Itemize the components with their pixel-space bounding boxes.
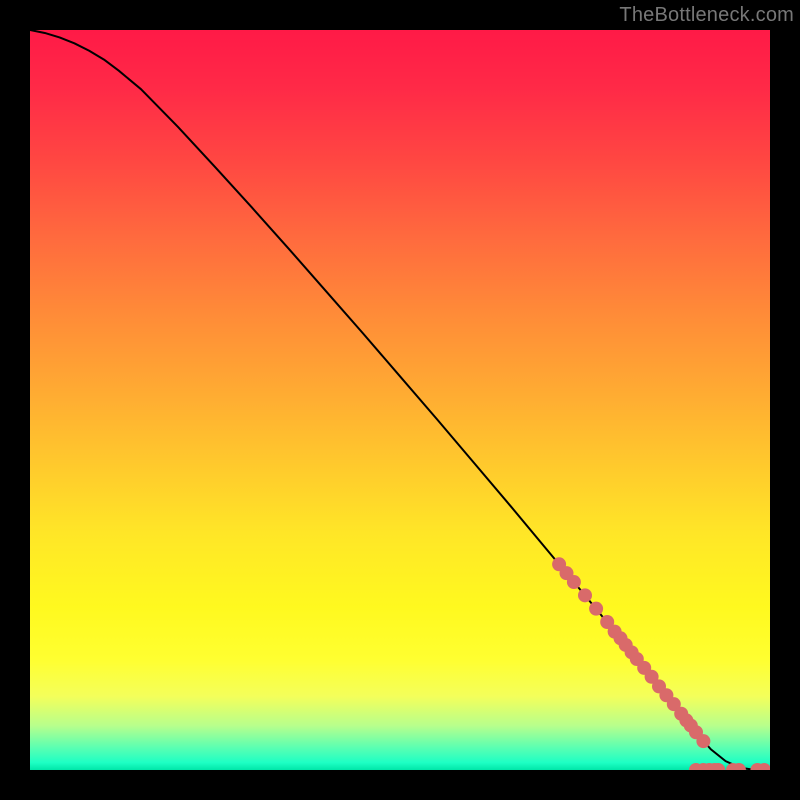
chart-canvas: TheBottleneck.com [0, 0, 800, 800]
watermark-text: TheBottleneck.com [619, 4, 794, 27]
plot-area [30, 30, 770, 770]
heat-gradient-background [30, 30, 770, 770]
